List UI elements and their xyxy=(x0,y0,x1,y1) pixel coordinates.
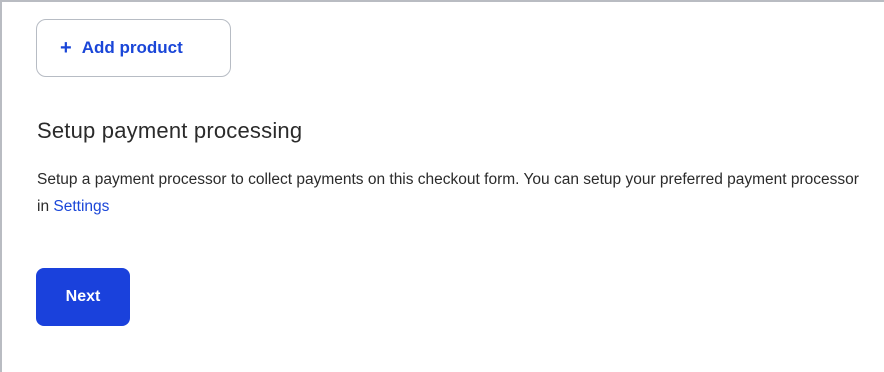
add-product-button[interactable]: + Add product xyxy=(36,19,231,77)
settings-link[interactable]: Settings xyxy=(53,198,109,215)
add-product-label: Add product xyxy=(81,38,183,57)
section-title: Setup payment processing xyxy=(37,118,303,143)
section-description: Setup a payment processor to collect pay… xyxy=(37,166,867,220)
description-text: Setup a payment processor to collect pay… xyxy=(37,171,859,215)
plus-icon: + xyxy=(60,37,72,59)
next-button[interactable]: Next xyxy=(36,268,130,326)
checkout-form-panel: + Add product Setup payment processing S… xyxy=(0,0,884,372)
